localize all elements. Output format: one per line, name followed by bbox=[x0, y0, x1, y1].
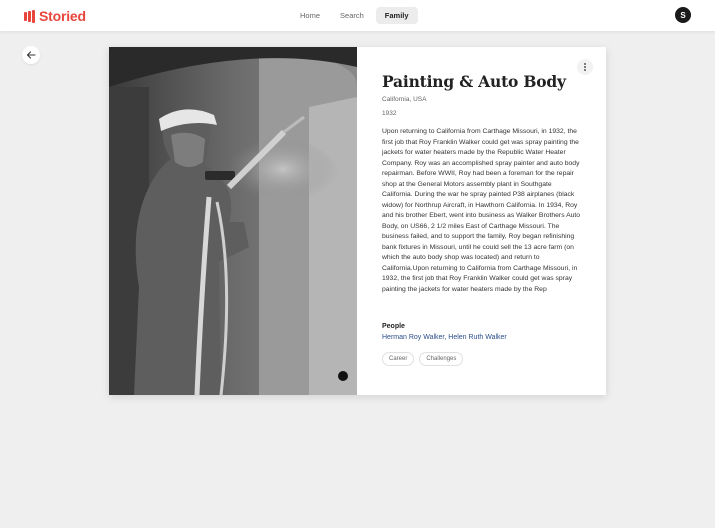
storied-logo-icon bbox=[24, 9, 35, 23]
more-options-button[interactable] bbox=[577, 59, 593, 75]
back-button[interactable] bbox=[22, 46, 40, 64]
story-title: Painting & Auto Body bbox=[382, 72, 566, 91]
story-year: 1932 bbox=[382, 110, 397, 117]
more-vertical-icon bbox=[584, 62, 586, 72]
story-tags: Career Challenges bbox=[382, 352, 464, 366]
photo-image bbox=[109, 47, 357, 395]
arrow-left-icon bbox=[26, 51, 36, 59]
tag-challenges[interactable]: Challenges bbox=[419, 352, 464, 366]
person-link[interactable]: Helen Ruth Walker bbox=[448, 334, 507, 341]
nav-search[interactable]: Search bbox=[332, 7, 372, 24]
nav-home[interactable]: Home bbox=[292, 7, 328, 24]
top-nav-bar: Storied Home Search Family S bbox=[0, 0, 715, 31]
photo-carousel-dot[interactable] bbox=[338, 371, 348, 381]
brand-name: Storied bbox=[39, 8, 86, 24]
story-photo[interactable] bbox=[109, 47, 357, 395]
story-body: Upon returning to California from Cartha… bbox=[382, 128, 581, 293]
people-list: Herman Roy Walker, Helen Ruth Walker bbox=[382, 334, 507, 341]
nav-family[interactable]: Family bbox=[375, 7, 418, 24]
tag-career[interactable]: Career bbox=[382, 352, 415, 366]
user-avatar[interactable]: S bbox=[675, 7, 691, 23]
story-location: California, USA bbox=[382, 96, 427, 103]
storied-logo[interactable]: Storied bbox=[24, 8, 86, 24]
main-nav: Home Search Family bbox=[292, 7, 418, 24]
people-heading: People bbox=[382, 323, 405, 330]
person-link[interactable]: Herman Roy Walker bbox=[382, 334, 444, 341]
story-card: Painting & Auto Body California, USA 193… bbox=[109, 47, 606, 395]
